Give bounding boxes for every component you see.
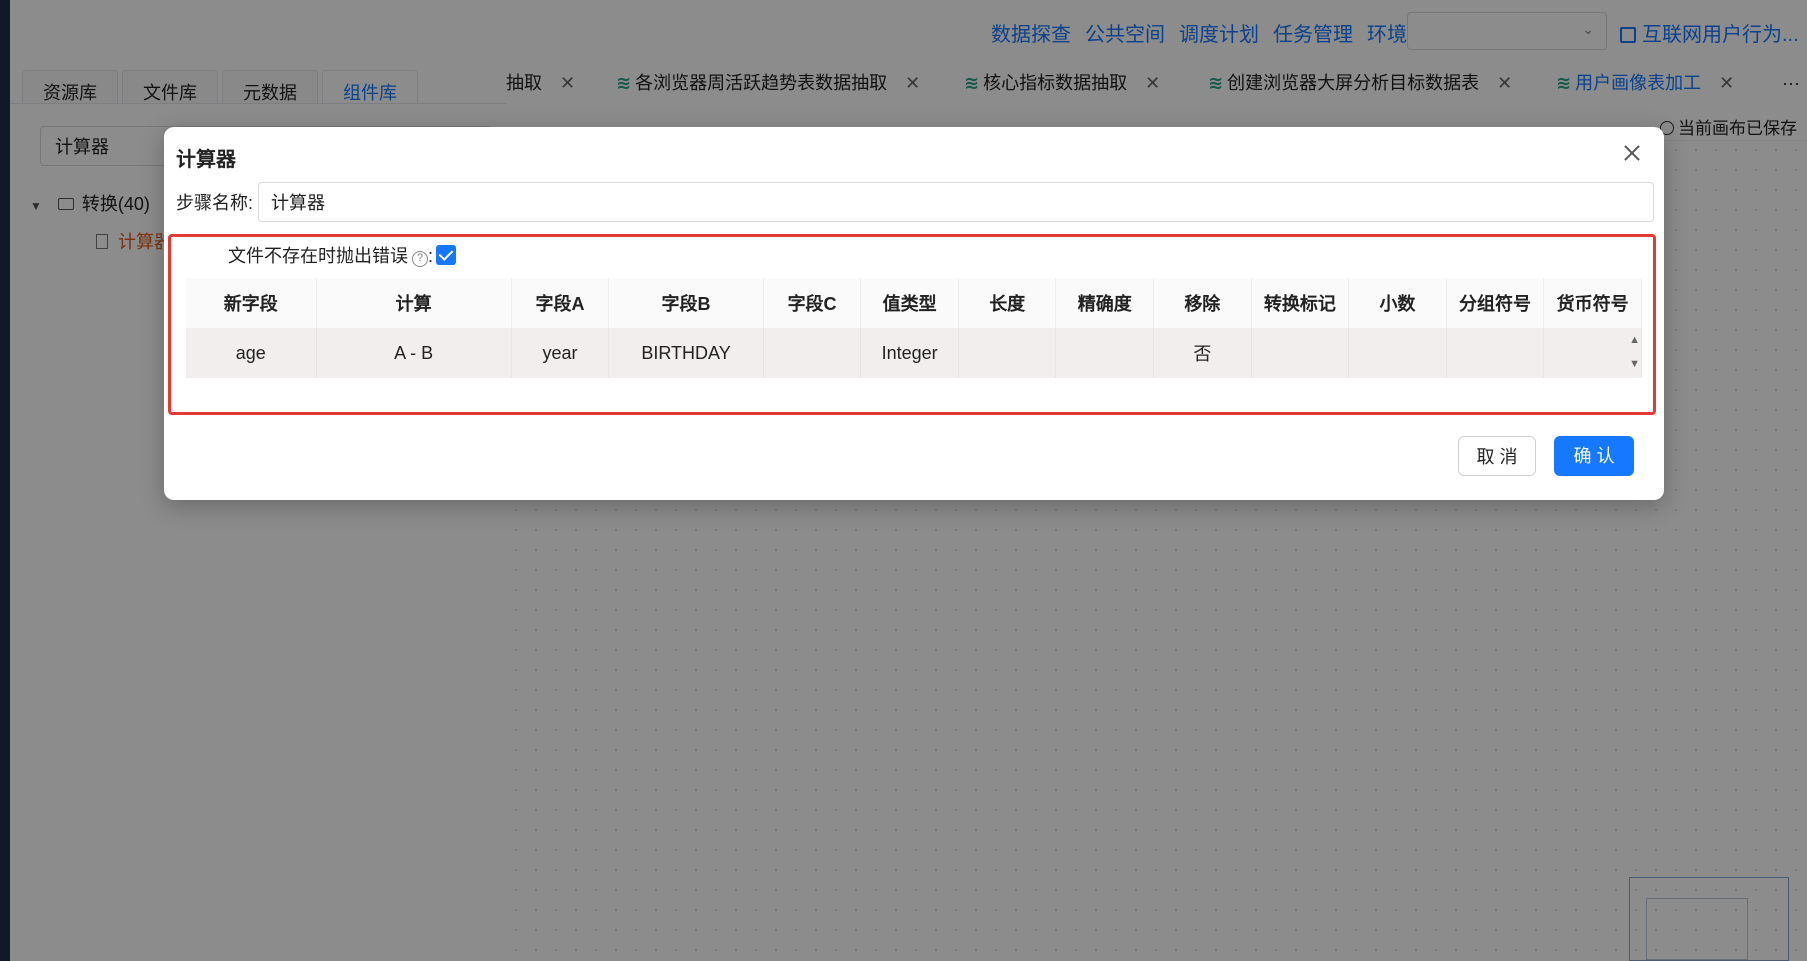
table-header-row: 新字段 计算 字段A 字段B 字段C 值类型 长度 精确度 移除 转换标记 小数…: [186, 278, 1642, 328]
cell-currency[interactable]: [1543, 328, 1642, 378]
col-header: 转换标记: [1251, 278, 1350, 328]
step-name-input[interactable]: 计算器: [258, 182, 1654, 222]
col-header: 移除: [1153, 278, 1252, 328]
cell-value-type[interactable]: Integer: [860, 328, 959, 378]
col-header: 字段A: [511, 278, 610, 328]
col-header: 精确度: [1055, 278, 1155, 328]
cell-calculation[interactable]: A - B: [316, 328, 512, 378]
col-header: 小数: [1348, 278, 1447, 328]
col-header: 字段B: [608, 278, 764, 328]
cancel-button[interactable]: 取 消: [1458, 436, 1536, 476]
help-icon[interactable]: ?: [412, 251, 428, 267]
cell-new-field[interactable]: age: [186, 328, 317, 378]
col-header: 长度: [958, 278, 1057, 328]
confirm-button[interactable]: 确 认: [1554, 436, 1634, 476]
cell-decimal[interactable]: [1348, 328, 1447, 378]
checkbox-label-colon: :: [428, 246, 434, 266]
col-header: 新字段: [186, 278, 317, 328]
cell-grouping[interactable]: [1446, 328, 1545, 378]
col-header: 计算: [316, 278, 512, 328]
close-icon[interactable]: [1620, 141, 1644, 165]
cell-precision[interactable]: [1055, 328, 1155, 378]
fields-table: 新字段 计算 字段A 字段B 字段C 值类型 长度 精确度 移除 转换标记 小数…: [186, 278, 1642, 378]
col-header: 值类型: [860, 278, 959, 328]
col-header: 货币符号: [1543, 278, 1642, 328]
table-row[interactable]: age A - B year BIRTHDAY Integer 否: [186, 328, 1642, 378]
cell-field-c[interactable]: [763, 328, 862, 378]
table-scrollbar[interactable]: ▲ ▼: [1629, 328, 1640, 376]
error-if-missing-checkbox[interactable]: [436, 245, 456, 265]
cell-field-b[interactable]: BIRTHDAY: [608, 328, 764, 378]
scroll-down-icon[interactable]: ▼: [1629, 352, 1640, 376]
step-name-label: 步骤名称:: [176, 193, 254, 213]
col-header: 字段C: [763, 278, 862, 328]
calculator-dialog: 计算器 步骤名称: 计算器 文件不存在时抛出错误?: 新字段 计算 字段A 字段…: [164, 127, 1664, 500]
checkbox-label-text: 文件不存在时抛出错误: [228, 246, 408, 266]
cell-field-a[interactable]: year: [511, 328, 610, 378]
col-header: 分组符号: [1446, 278, 1545, 328]
cell-length[interactable]: [958, 328, 1057, 378]
dialog-title: 计算器: [176, 149, 236, 171]
scroll-up-icon[interactable]: ▲: [1629, 328, 1640, 352]
cell-remove[interactable]: 否: [1153, 328, 1252, 378]
cell-conversion-mask[interactable]: [1251, 328, 1350, 378]
error-if-missing-label: 文件不存在时抛出错误?:: [228, 242, 433, 268]
